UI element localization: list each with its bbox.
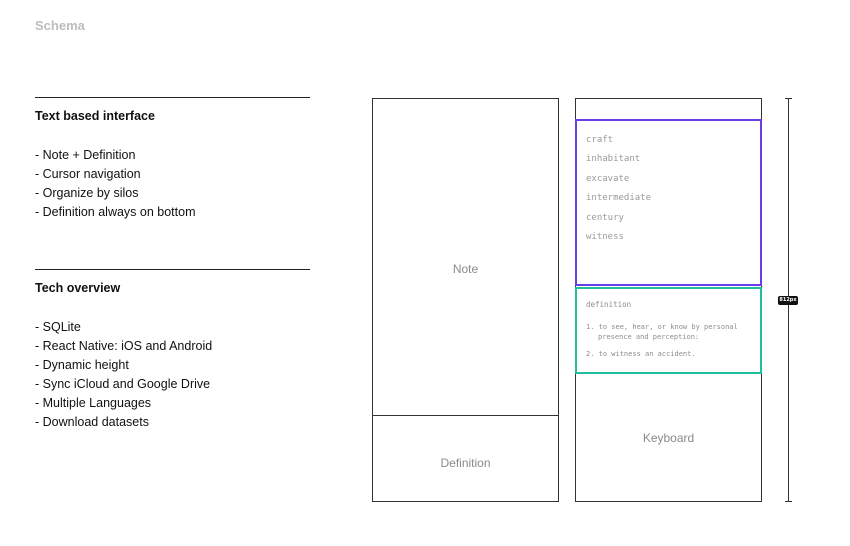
- word-item: century: [586, 212, 624, 223]
- height-ruler-label: 812px: [778, 296, 798, 305]
- word-item: excavate: [586, 173, 630, 184]
- list-item: - SQLite: [35, 320, 81, 334]
- keyboard-area-label: Keyboard: [642, 431, 695, 445]
- list-item: - Definition always on bottom: [35, 205, 196, 219]
- list-item: - Dynamic height: [35, 358, 129, 372]
- list-item: - Sync iCloud and Google Drive: [35, 377, 211, 391]
- list-item: - Cursor navigation: [35, 167, 141, 181]
- wireframe-word-list: craft inhabitant excavate intermediate c…: [575, 98, 762, 502]
- section-text-based-interface: Text based interface - Note + Definition…: [35, 97, 310, 222]
- top-bar: [576, 99, 761, 119]
- word-item: witness: [586, 232, 624, 243]
- note-area-label: Note: [452, 262, 479, 276]
- list-item: - Download datasets: [35, 415, 149, 429]
- wireframe-note-definition: Note Definition: [372, 98, 559, 502]
- section-heading: Tech overview: [35, 281, 121, 295]
- word-item: intermediate: [586, 193, 652, 204]
- ruler-cap-top: [785, 98, 792, 99]
- definition-area-label: Definition: [440, 456, 491, 470]
- list-item: - React Native: iOS and Android: [35, 339, 213, 353]
- list-item: - Multiple Languages: [35, 396, 152, 410]
- definition-panel: definition 1. to see, hear, or know by p…: [575, 287, 762, 374]
- note-definition-divider: [373, 415, 558, 416]
- feature-list: - SQLite - React Native: iOS and Android…: [35, 318, 310, 432]
- definition-heading: definition: [586, 300, 632, 309]
- page-title: Schema: [35, 18, 85, 33]
- word-item: craft: [586, 135, 614, 145]
- definition-entry: 2. to witness an accident.: [586, 350, 696, 358]
- feature-list: - Note + Definition - Cursor navigation …: [35, 146, 310, 222]
- definition-entry: 1. to see, hear, or know by personal pre…: [586, 323, 738, 341]
- section-divider: [35, 269, 310, 270]
- list-item: - Note + Definition: [35, 148, 136, 162]
- section-heading: Text based interface: [35, 109, 155, 123]
- word-item: inhabitant: [586, 154, 641, 165]
- list-item: - Organize by silos: [35, 186, 139, 200]
- section-tech-overview: Tech overview - SQLite - React Native: i…: [35, 269, 310, 432]
- section-divider: [35, 97, 310, 98]
- ruler-cap-bottom: [785, 501, 792, 502]
- word-list-panel: craft inhabitant excavate intermediate c…: [575, 119, 762, 286]
